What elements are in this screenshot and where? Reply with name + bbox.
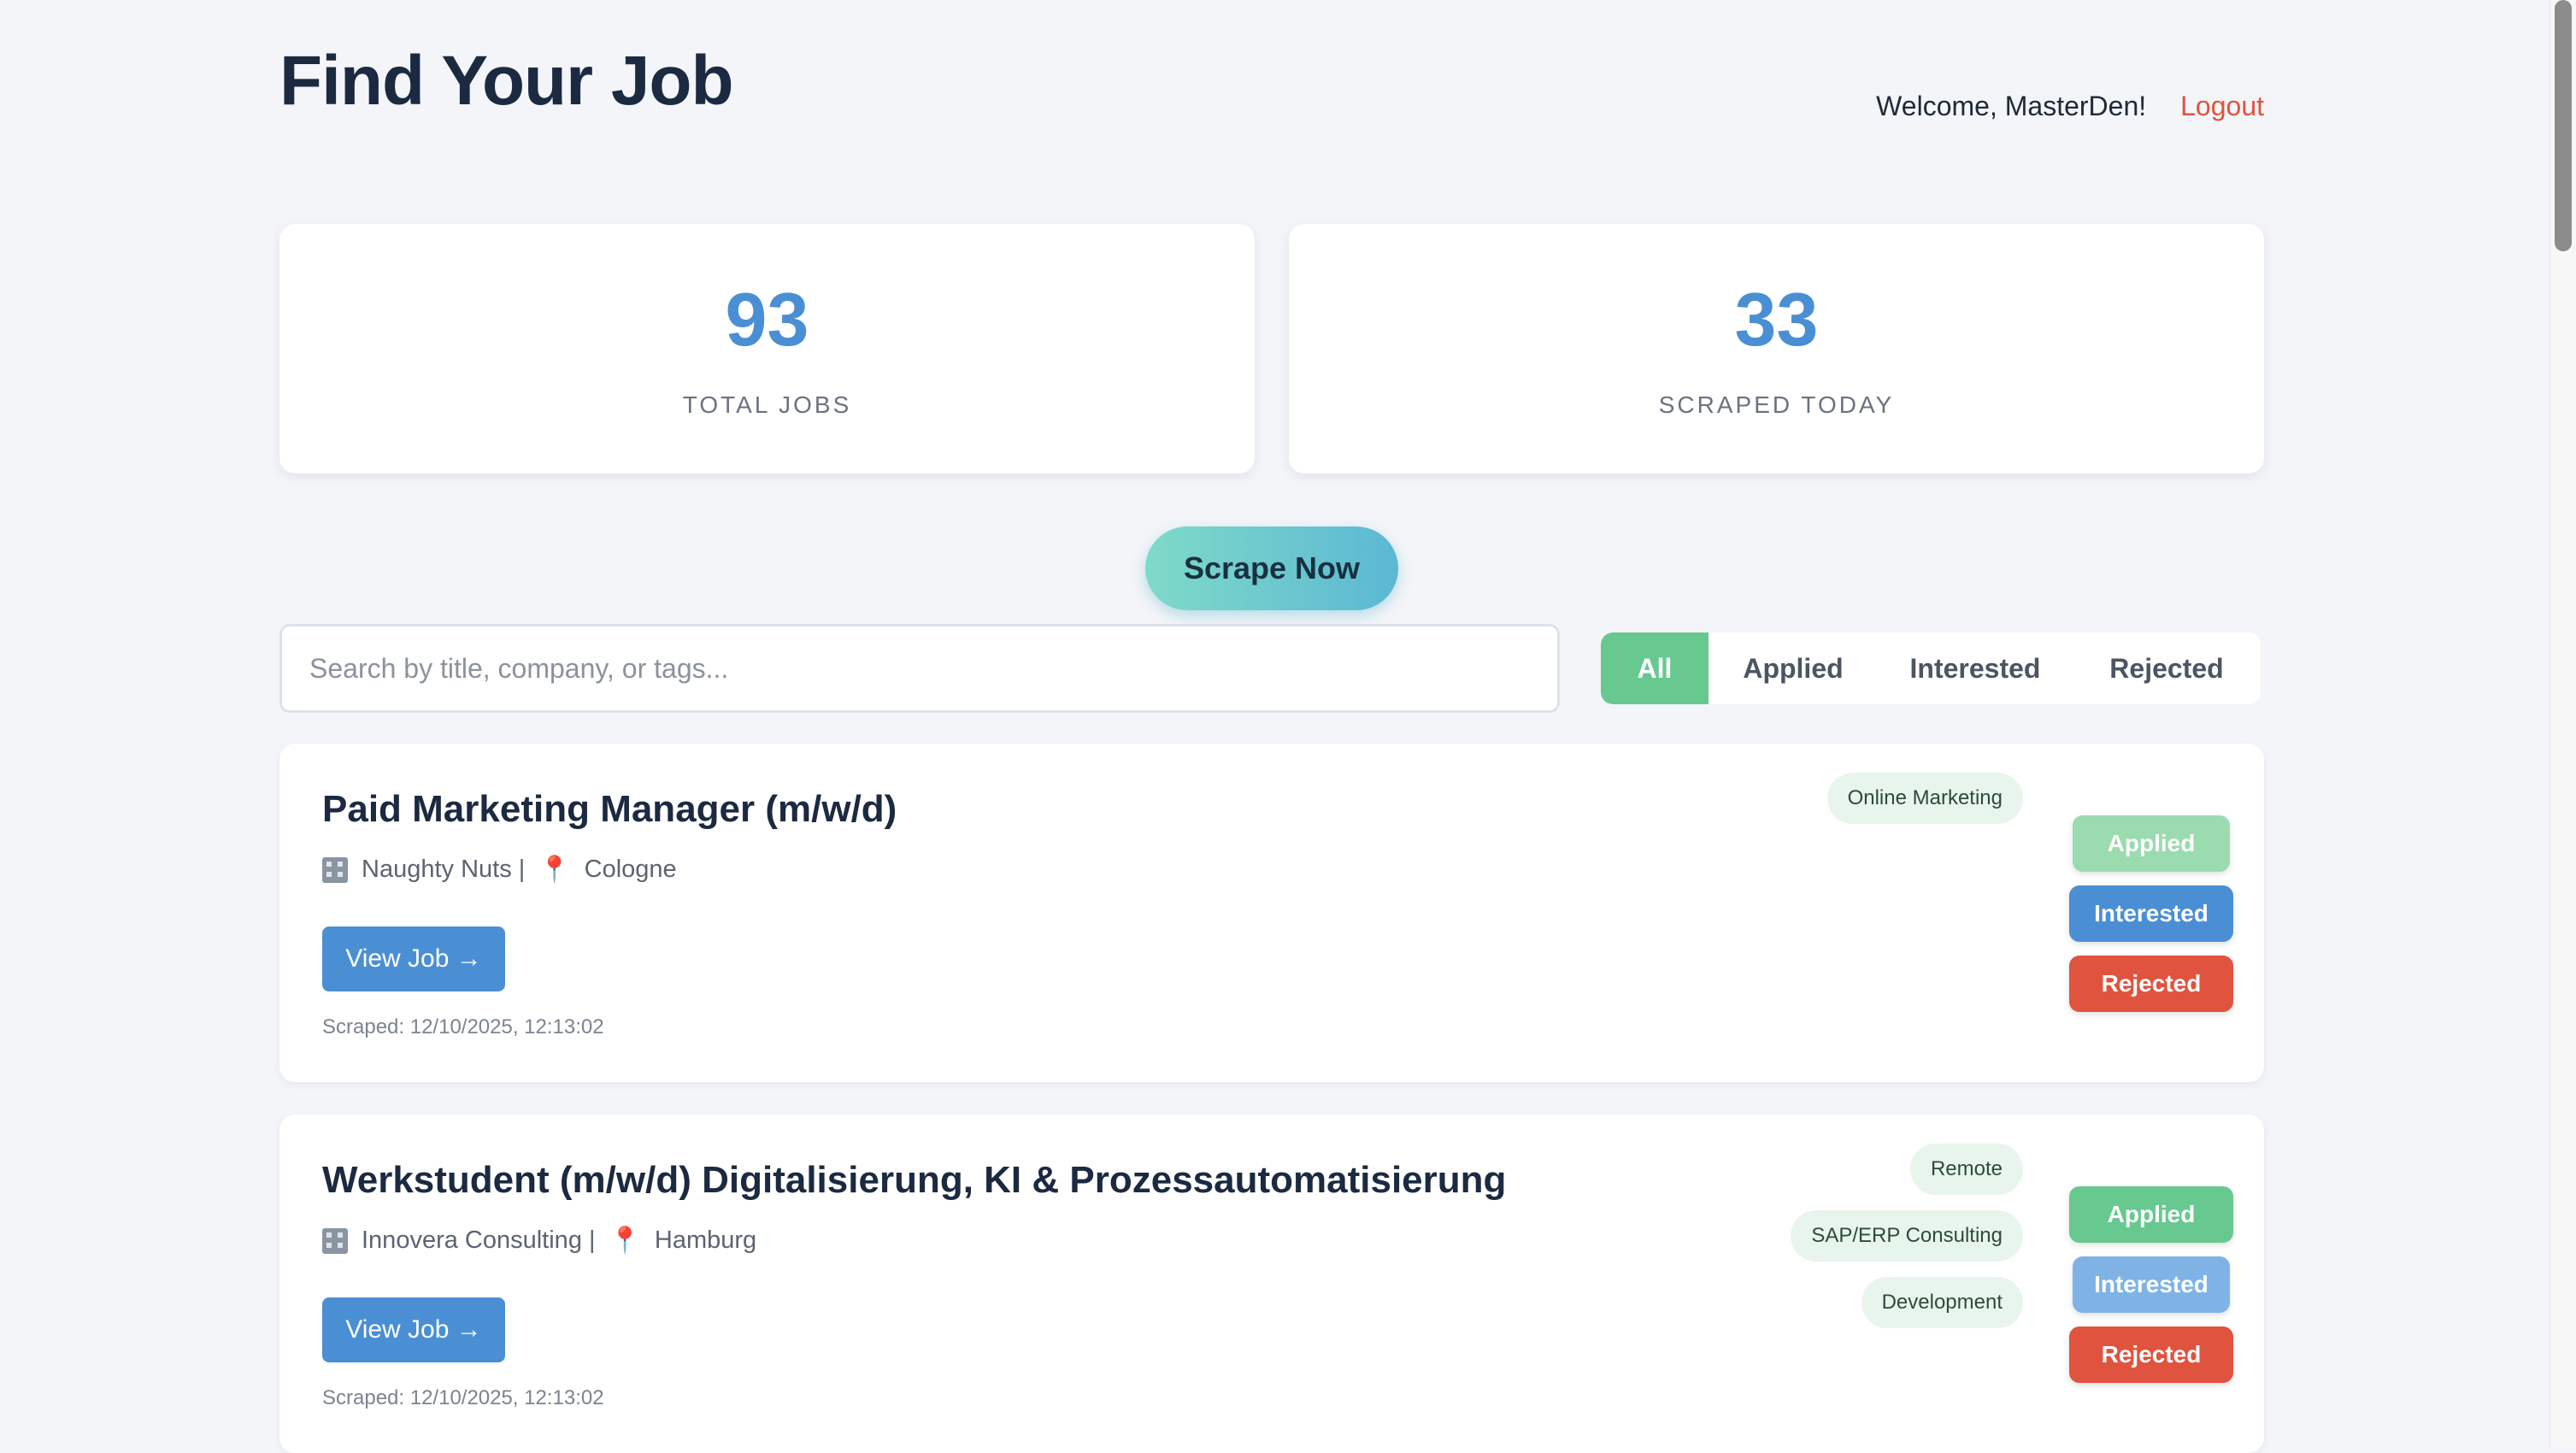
status-buttons: Applied Interested Rejected [2069,1186,2233,1383]
job-tag: SAP/ERP Consulting [1791,1210,2023,1262]
tag-list: Online Marketing [1826,773,2023,824]
job-title: Werkstudent (m/w/d) Digitalisierung, KI … [322,1159,1507,1201]
job-location: Cologne [584,856,677,883]
scrape-now-button[interactable]: Scrape Now [1145,526,1398,610]
company-name: Naughty Nuts | [362,856,526,883]
stat-value: 93 [725,277,809,362]
view-job-button[interactable]: View Job → [322,927,505,991]
applied-button[interactable]: Applied [2069,1186,2233,1243]
rejected-button[interactable]: Rejected [2069,1327,2233,1383]
stat-value: 33 [1734,277,1819,362]
scrollbar[interactable] [2550,0,2576,1448]
filter-tab-interested[interactable]: Interested [1878,632,2073,704]
applied-button[interactable]: Applied [2073,815,2230,872]
job-title: Paid Marketing Manager (m/w/d) [322,788,897,830]
scraped-timestamp: Scraped: 12/10/2025, 12:13:02 [322,1386,604,1409]
view-job-button[interactable]: View Job → [322,1297,505,1362]
job-tag: Online Marketing [1826,773,2023,824]
job-meta: Innovera Consulting | 📍 Hamburg [322,1226,756,1256]
stat-label: SCRAPED TODAY [1658,391,1895,418]
scraped-timestamp: Scraped: 12/10/2025, 12:13:02 [322,1015,604,1038]
user-area: Welcome, MasterDen! Logout [1876,91,2264,122]
status-buttons: Applied Interested Rejected [2069,815,2233,1012]
header: Find Your Job Welcome, MasterDen! Logout [279,0,2264,205]
filter-tab-all[interactable]: All [1601,632,1709,704]
company-name: Innovera Consulting | [362,1227,596,1254]
job-tag: Development [1861,1277,2023,1328]
main-container: Find Your Job Welcome, MasterDen! Logout… [279,0,2264,1453]
stat-label: TOTAL JOBS [682,391,852,418]
filter-tabs: All Applied Interested Rejected [1601,632,2261,704]
search-input[interactable] [279,624,1560,713]
stats-row: 93 TOTAL JOBS 33 SCRAPED TODAY [279,224,2264,474]
job-tag: Remote [1909,1144,2023,1195]
logout-link[interactable]: Logout [2180,91,2264,122]
filter-tab-rejected[interactable]: Rejected [2073,632,2261,704]
job-card: Werkstudent (m/w/d) Digitalisierung, KI … [279,1115,2264,1453]
search-filter-row: All Applied Interested Rejected [279,624,2264,713]
filter-tab-applied[interactable]: Applied [1709,632,1878,704]
page-title: Find Your Job [279,42,734,120]
map-pin-icon: 📍 [609,1227,641,1255]
building-icon [322,856,348,883]
job-card: Paid Marketing Manager (m/w/d) Naughty N… [279,744,2264,1082]
tag-list: Remote SAP/ERP Consulting Development [1791,1144,2023,1328]
building-icon [322,1227,348,1254]
stat-card-total-jobs: 93 TOTAL JOBS [279,224,1255,474]
job-meta: Naughty Nuts | 📍 Cologne [322,855,677,885]
welcome-text: Welcome, MasterDen! [1876,91,2147,121]
stat-card-scraped-today: 33 SCRAPED TODAY [1289,224,2264,474]
interested-button[interactable]: Interested [2073,1256,2230,1313]
interested-button[interactable]: Interested [2069,885,2233,942]
scrollbar-thumb[interactable] [2555,0,2572,251]
rejected-button[interactable]: Rejected [2069,956,2233,1012]
map-pin-icon: 📍 [538,856,571,884]
job-location: Hamburg [654,1227,757,1254]
